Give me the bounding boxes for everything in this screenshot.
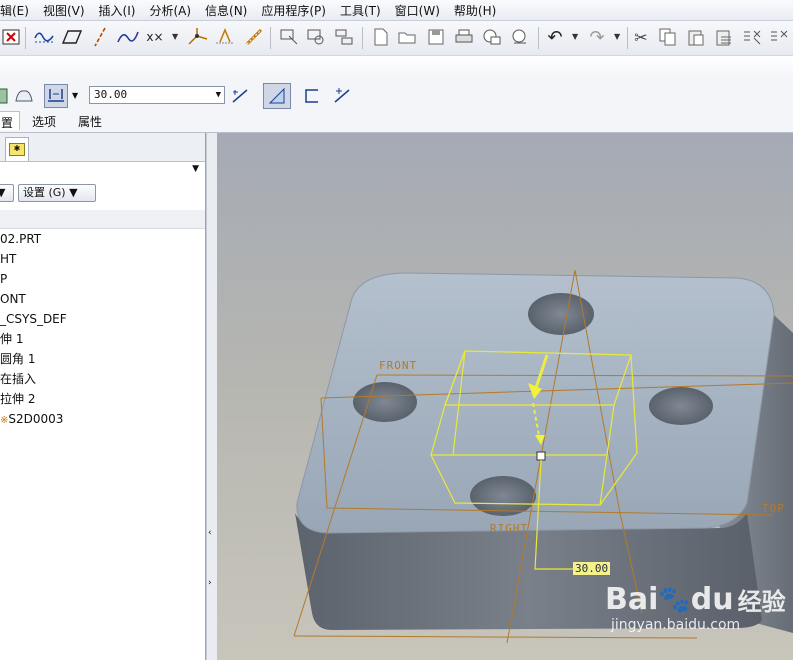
tree-item-front[interactable]: ONT: [0, 289, 205, 309]
datum-label-right[interactable]: RIGHT: [490, 522, 528, 535]
settings-button[interactable]: 设置 (G) ▼: [18, 184, 96, 202]
spline-curve-icon[interactable]: [117, 26, 139, 48]
save-icon[interactable]: [425, 26, 447, 48]
tab-properties[interactable]: 属性: [78, 113, 102, 130]
menu-bar: 辑(E) 视图(V) 插入(I) 分析(A) 信息(N) 应用程序(P) 工具(…: [0, 0, 793, 21]
navigator-tabs: ✱: [0, 133, 205, 162]
depth-option-dropdown[interactable]: ▼: [72, 91, 78, 100]
watermark-brand-2: du: [690, 582, 734, 617]
hole-left: [353, 382, 417, 422]
watermark-chinese: 经验: [737, 588, 786, 616]
model-tree: 02.PRT HT P ONT _CSYS_DEF 伸 1 圆角 1 在插入 拉…: [0, 229, 205, 429]
point-dropdown[interactable]: ▼: [172, 32, 178, 41]
toolbar-spacer: [0, 56, 793, 80]
chevron-down-icon[interactable]: ▼: [216, 87, 221, 103]
undo-icon[interactable]: ↶: [544, 26, 566, 48]
watermark-brand: Bai: [605, 582, 659, 617]
menu-view[interactable]: 视图(V): [37, 2, 93, 19]
sketch-curve-icon[interactable]: [33, 26, 55, 48]
regenerate-manager-icon[interactable]: [768, 26, 790, 48]
tree-item-sketch[interactable]: ※S2D0003: [0, 409, 205, 429]
tree-item-part[interactable]: 02.PRT: [0, 229, 205, 249]
favorites-tab[interactable]: ✱: [5, 137, 29, 161]
flip-direction-icon[interactable]: [228, 84, 252, 108]
expand-right-icon[interactable]: ›: [208, 578, 212, 588]
tree-item-insert-here[interactable]: 在插入: [0, 369, 205, 389]
panel-splitter[interactable]: ‹ ›: [206, 133, 217, 660]
open-icon[interactable]: [397, 26, 419, 48]
menu-analysis[interactable]: 分析(A): [143, 2, 199, 19]
hole-right: [649, 387, 713, 425]
model-canvas: [293, 269, 793, 644]
link-icon[interactable]: [243, 26, 265, 48]
settings-button-label: 设置 (G): [23, 186, 66, 199]
paste-icon[interactable]: [685, 26, 707, 48]
paste-special-icon[interactable]: [713, 26, 735, 48]
menu-tools[interactable]: 工具(T): [334, 2, 389, 19]
regenerate-icon[interactable]: [741, 26, 763, 48]
plane-icon[interactable]: [61, 26, 83, 48]
collapse-left-icon[interactable]: ‹: [208, 528, 212, 538]
copy-icon[interactable]: [657, 26, 679, 48]
analysis-icon[interactable]: [214, 26, 236, 48]
watermark: Bai 🐾 du 经验 jingyan.baidu.com: [605, 582, 793, 646]
menu-edit[interactable]: 辑(E): [0, 2, 37, 19]
cut-icon[interactable]: ✂: [630, 26, 652, 48]
star-icon: ✱: [9, 143, 25, 156]
main-toolbar: x× ▼ ↶ ▼ ↷ ▼ ✂: [0, 21, 793, 56]
watermark-url: jingyan.baidu.com: [611, 617, 741, 633]
flow-icon[interactable]: [333, 26, 355, 48]
datum-label-front[interactable]: FRONT: [379, 359, 417, 372]
menu-info[interactable]: 信息(N): [199, 2, 255, 19]
find-icon[interactable]: [305, 26, 327, 48]
tree-item-top[interactable]: P: [0, 269, 205, 289]
graphics-viewport[interactable]: FRONT RIGHT TOP 30.00 Bai 🐾 du 经验 jingya…: [217, 133, 793, 660]
redo-icon[interactable]: ↷: [586, 26, 608, 48]
tree-button-row: ▼ 设置 (G) ▼: [0, 182, 205, 204]
paw-icon: 🐾: [658, 584, 691, 615]
send-icon[interactable]: [509, 26, 531, 48]
dashboard-tabs: 置 选项 属性: [0, 110, 793, 133]
flip-thicken-icon[interactable]: [330, 84, 354, 108]
datum-label-top[interactable]: TOP: [762, 502, 785, 515]
point-icon[interactable]: x×: [144, 26, 166, 48]
menu-insert[interactable]: 插入(I): [93, 2, 144, 19]
tab-options[interactable]: 选项: [32, 113, 56, 130]
hole-back: [528, 293, 594, 335]
surface-icon[interactable]: [12, 84, 36, 108]
show-button[interactable]: ▼: [0, 184, 14, 202]
redo-dropdown[interactable]: ▼: [614, 32, 620, 41]
depth-blind-icon[interactable]: [44, 84, 68, 108]
tree-item-round-1[interactable]: 圆角 1: [0, 349, 205, 369]
depth-value-combo[interactable]: 30.00 ▼: [89, 86, 225, 104]
model-tree-panel: ✱ ▼ ▼ 设置 (G) ▼ 02.PRT HT P ONT _CSYS_DEF…: [0, 133, 206, 660]
window-icon[interactable]: [278, 26, 300, 48]
new-file-icon[interactable]: [370, 26, 392, 48]
axis-icon[interactable]: [89, 26, 111, 48]
tab-placement[interactable]: 置: [0, 111, 21, 130]
tree-item-extrude-2[interactable]: 拉伸 2: [0, 389, 205, 409]
drag-handle[interactable]: [536, 451, 546, 461]
depth-value-text: 30.00: [94, 88, 128, 101]
tree-item-right[interactable]: HT: [0, 249, 205, 269]
tree-item-extrude-1[interactable]: 伸 1: [0, 329, 205, 349]
thicken-icon[interactable]: [300, 84, 324, 108]
mail-icon[interactable]: [481, 26, 503, 48]
menu-window[interactable]: 窗口(W): [389, 2, 448, 19]
close-box-icon[interactable]: [0, 26, 22, 48]
undo-dropdown[interactable]: ▼: [572, 32, 578, 41]
remove-material-icon[interactable]: [263, 83, 291, 109]
print-icon[interactable]: [453, 26, 475, 48]
menu-applications[interactable]: 应用程序(P): [255, 2, 334, 19]
watermark-logo: Bai 🐾 du 经验: [605, 582, 793, 617]
sketch-item-label: S2D0003: [8, 412, 64, 426]
csys-icon[interactable]: [186, 26, 208, 48]
tree-column-header: [0, 210, 205, 229]
tree-item-csys[interactable]: _CSYS_DEF: [0, 309, 205, 329]
chevron-down-icon[interactable]: ▼: [192, 164, 199, 174]
menu-help[interactable]: 帮助(H): [448, 2, 504, 19]
depth-dimension-label[interactable]: 30.00: [573, 562, 611, 575]
